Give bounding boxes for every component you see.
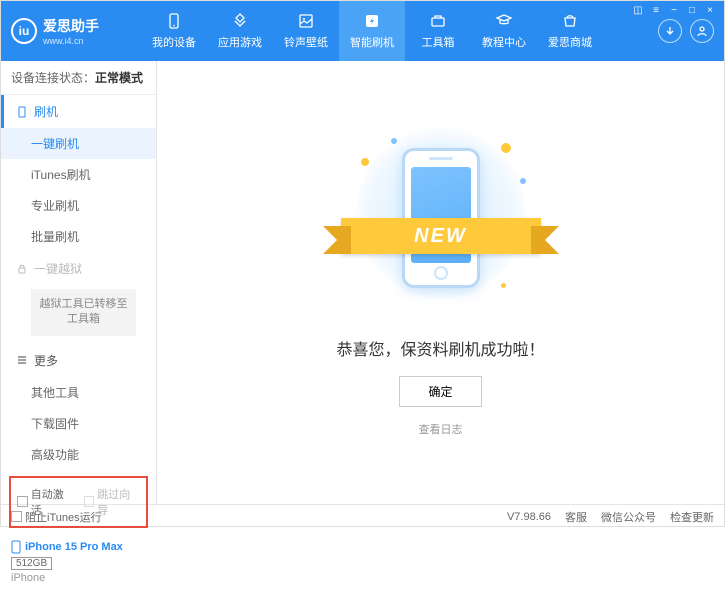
connection-status: 设备连接状态：正常模式 [1, 61, 156, 95]
toolbox-icon [428, 12, 448, 30]
nav-label: 工具箱 [422, 34, 455, 50]
footer: 阻止iTunes运行 V7.98.66 客服 微信公众号 检查更新 [1, 504, 724, 528]
nav-flash[interactable]: 智能刷机 [339, 1, 405, 61]
nav-label: 爱思商城 [548, 34, 592, 50]
maximize-icon[interactable]: □ [685, 4, 699, 16]
apps-icon [230, 12, 250, 30]
logo-icon: iu [11, 18, 37, 44]
nav-label: 智能刷机 [350, 34, 394, 50]
view-log-link[interactable]: 查看日志 [419, 421, 463, 437]
nav-label: 应用游戏 [218, 34, 262, 50]
nav-label: 我的设备 [152, 34, 196, 50]
section-flash[interactable]: 刷机 [1, 95, 156, 128]
app-logo: iu 爱思助手 www.i4.cn [11, 16, 141, 46]
close-icon[interactable]: × [703, 4, 717, 16]
sidebar-item-other[interactable]: 其他工具 [1, 377, 156, 408]
ribbon-text: NEW [341, 218, 541, 254]
sidebar-item-advanced[interactable]: 高级功能 [1, 439, 156, 470]
user-button[interactable] [690, 19, 714, 43]
section-label: 更多 [34, 352, 58, 369]
more-icon [16, 354, 28, 366]
jailbreak-notice: 越狱工具已转移至工具箱 [31, 289, 136, 336]
skin-icon[interactable]: ◫ [631, 4, 645, 16]
lock-icon [16, 263, 28, 275]
nav-media[interactable]: 铃声壁纸 [273, 1, 339, 61]
block-itunes-checkbox[interactable]: 阻止iTunes运行 [11, 509, 102, 525]
minimize-icon[interactable]: − [667, 4, 681, 16]
section-label: 一键越狱 [34, 260, 82, 277]
app-title: 爱思助手 [43, 16, 99, 36]
download-button[interactable] [658, 19, 682, 43]
ok-button[interactable]: 确定 [399, 376, 481, 407]
phone-icon [11, 540, 21, 554]
nav-tutorial[interactable]: 教程中心 [471, 1, 537, 61]
nav-label: 教程中心 [482, 34, 526, 50]
nav-store[interactable]: 爱思商城 [537, 1, 603, 61]
status-label: 设备连接状态： [11, 71, 95, 85]
main-nav: 我的设备 应用游戏 铃声壁纸 智能刷机 工具箱 教程中心 爱思商城 [141, 1, 658, 61]
flash-icon [362, 12, 382, 30]
media-icon [296, 12, 316, 30]
app-subtitle: www.i4.cn [43, 36, 99, 46]
sidebar: 设备连接状态：正常模式 刷机 一键刷机 iTunes刷机 专业刷机 批量刷机 一… [1, 61, 157, 504]
device-type: iPhone [11, 572, 146, 584]
version-label: V7.98.66 [507, 511, 551, 523]
footer-update[interactable]: 检查更新 [670, 509, 714, 525]
nav-apps[interactable]: 应用游戏 [207, 1, 273, 61]
status-value: 正常模式 [95, 71, 143, 85]
section-more[interactable]: 更多 [1, 344, 156, 377]
section-label: 刷机 [34, 103, 58, 120]
sidebar-item-firmware[interactable]: 下载固件 [1, 408, 156, 439]
success-illustration: NEW [351, 128, 531, 308]
footer-support[interactable]: 客服 [565, 509, 587, 525]
sidebar-item-pro[interactable]: 专业刷机 [1, 190, 156, 221]
sidebar-item-batch[interactable]: 批量刷机 [1, 221, 156, 252]
success-message: 恭喜您，保资料刷机成功啦！ [336, 336, 544, 360]
checkbox-label: 阻止iTunes运行 [25, 509, 102, 525]
menu-icon[interactable]: ≡ [649, 4, 663, 16]
device-name[interactable]: iPhone 15 Pro Max [11, 540, 146, 554]
footer-wechat[interactable]: 微信公众号 [601, 509, 656, 525]
store-icon [560, 12, 580, 30]
device-info: iPhone 15 Pro Max 512GB iPhone [1, 534, 156, 590]
nav-device[interactable]: 我的设备 [141, 1, 207, 61]
sidebar-item-oneclick[interactable]: 一键刷机 [1, 128, 156, 159]
sidebar-item-itunes[interactable]: iTunes刷机 [1, 159, 156, 190]
tutorial-icon [494, 12, 514, 30]
main-content: NEW 恭喜您，保资料刷机成功啦！ 确定 查看日志 [157, 61, 724, 504]
device-icon [164, 12, 184, 30]
nav-label: 铃声壁纸 [284, 34, 328, 50]
storage-badge: 512GB [11, 557, 52, 570]
nav-toolbox[interactable]: 工具箱 [405, 1, 471, 61]
section-jailbreak: 一键越狱 [1, 252, 156, 285]
flash-section-icon [16, 106, 28, 118]
